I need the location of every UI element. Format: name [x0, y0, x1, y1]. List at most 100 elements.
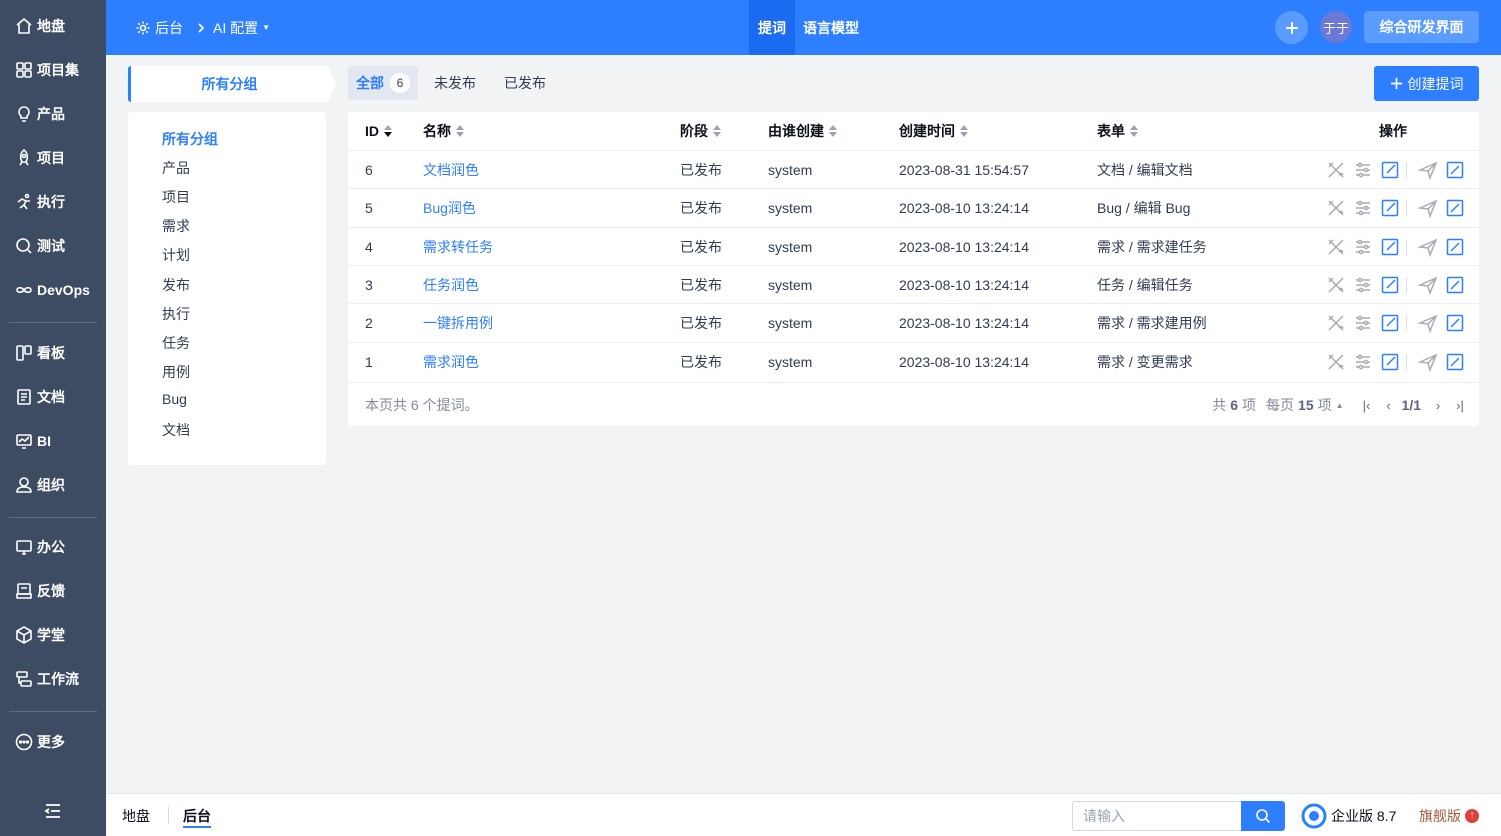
- nav-item-program[interactable]: 项目集: [0, 48, 106, 92]
- design-icon[interactable]: [1325, 351, 1347, 373]
- nav-item-devops[interactable]: DevOps: [0, 268, 106, 312]
- tab-language-models[interactable]: 语言模型: [794, 0, 868, 55]
- edit-icon[interactable]: [1379, 236, 1401, 258]
- nav-item-execution[interactable]: 执行: [0, 180, 106, 224]
- first-page-icon[interactable]: |‹: [1358, 396, 1376, 414]
- group-item-project[interactable]: 项目: [162, 187, 190, 207]
- publish-icon[interactable]: [1417, 236, 1439, 258]
- cell-name[interactable]: Bug润色: [423, 189, 476, 227]
- breadcrumb-ai-config[interactable]: AI 配置 ▼: [213, 0, 270, 55]
- publish-icon[interactable]: [1417, 159, 1439, 181]
- publish-icon[interactable]: [1417, 312, 1439, 334]
- design-icon[interactable]: [1325, 197, 1347, 219]
- nav-item-kanban[interactable]: 看板: [0, 331, 106, 375]
- more-icon: [15, 733, 33, 751]
- group-item-execution[interactable]: 执行: [162, 304, 190, 324]
- group-item-all[interactable]: 所有分组: [162, 129, 218, 149]
- nav-item-feedback[interactable]: 反馈: [0, 569, 106, 613]
- flagship-upgrade-link[interactable]: 旗舰版 ↑: [1419, 794, 1479, 836]
- group-item-release[interactable]: 发布: [162, 275, 190, 295]
- edit-prompt-icon[interactable]: [1444, 236, 1466, 258]
- switch-ui-button[interactable]: 综合研发界面: [1364, 11, 1479, 43]
- footer-link-admin[interactable]: 后台: [183, 794, 211, 836]
- publish-icon[interactable]: [1417, 274, 1439, 296]
- collapse-menu-icon[interactable]: [42, 800, 64, 822]
- action-divider: [1406, 315, 1407, 332]
- nav-item-product[interactable]: 产品: [0, 92, 106, 136]
- last-page-icon[interactable]: ›|: [1451, 396, 1469, 414]
- edit-icon[interactable]: [1379, 351, 1401, 373]
- edit-prompt-icon[interactable]: [1444, 274, 1466, 296]
- col-header-stage[interactable]: 阶段: [680, 112, 721, 150]
- avatar[interactable]: 于于: [1320, 11, 1352, 43]
- group-item-product[interactable]: 产品: [162, 158, 190, 178]
- col-header-created-time[interactable]: 创建时间: [899, 112, 968, 150]
- group-item-case[interactable]: 用例: [162, 362, 190, 382]
- nav-item-academy[interactable]: 学堂: [0, 613, 106, 657]
- group-item-doc[interactable]: 文档: [162, 420, 190, 440]
- nav-item-oa[interactable]: 办公: [0, 525, 106, 569]
- nav-item-workflow[interactable]: 工作流: [0, 657, 106, 701]
- edit-prompt-icon[interactable]: [1444, 159, 1466, 181]
- settings-icon[interactable]: [1352, 274, 1374, 296]
- edit-prompt-icon[interactable]: [1444, 351, 1466, 373]
- design-icon[interactable]: [1325, 236, 1347, 258]
- design-icon[interactable]: [1325, 274, 1347, 296]
- group-item-story[interactable]: 需求: [162, 216, 190, 236]
- cell-name[interactable]: 一键拆用例: [423, 304, 493, 342]
- settings-icon[interactable]: [1352, 159, 1374, 181]
- search-input[interactable]: [1072, 801, 1242, 831]
- tab-all[interactable]: 全部 6: [348, 66, 418, 100]
- cell-name[interactable]: 需求润色: [423, 343, 479, 381]
- settings-icon[interactable]: [1352, 351, 1374, 373]
- edit-icon[interactable]: [1379, 159, 1401, 181]
- design-icon[interactable]: [1325, 312, 1347, 334]
- tab-unpublished[interactable]: 未发布: [426, 66, 484, 100]
- group-item-bug[interactable]: Bug: [162, 391, 187, 407]
- next-page-icon[interactable]: ›: [1429, 396, 1447, 414]
- nav-item-more[interactable]: 更多: [0, 720, 106, 764]
- edit-prompt-icon[interactable]: [1444, 312, 1466, 334]
- nav-item-test[interactable]: 测试: [0, 224, 106, 268]
- footer-link-dashboard[interactable]: 地盘: [122, 794, 150, 836]
- col-header-form[interactable]: 表单: [1097, 112, 1138, 150]
- cell-name[interactable]: 任务润色: [423, 266, 479, 304]
- edit-icon[interactable]: [1379, 312, 1401, 334]
- nav-item-bi[interactable]: BI: [0, 419, 106, 463]
- nav-item-project[interactable]: 项目: [0, 136, 106, 180]
- edit-icon[interactable]: [1379, 197, 1401, 219]
- settings-icon[interactable]: [1352, 236, 1374, 258]
- cell-name[interactable]: 文档润色: [423, 151, 479, 189]
- nav-divider: [9, 517, 97, 518]
- settings-icon[interactable]: [1352, 197, 1374, 219]
- breadcrumb-admin[interactable]: 后台: [135, 0, 183, 55]
- edit-prompt-icon[interactable]: [1444, 197, 1466, 219]
- cell-name[interactable]: 需求转任务: [423, 228, 493, 266]
- pager-total-suffix: 项: [1242, 397, 1257, 413]
- per-page-dropdown[interactable]: 15 项 ▲: [1294, 395, 1344, 415]
- tab-published[interactable]: 已发布: [496, 66, 554, 100]
- search-button[interactable]: [1241, 801, 1285, 831]
- prev-page-icon[interactable]: ‹: [1380, 396, 1398, 414]
- run-icon: [15, 193, 33, 211]
- edit-icon[interactable]: [1379, 274, 1401, 296]
- action-divider: [1406, 200, 1407, 217]
- create-prompt-button[interactable]: 创建提词: [1374, 66, 1479, 101]
- group-item-task[interactable]: 任务: [162, 333, 190, 353]
- nav-item-dashboard[interactable]: 地盘: [0, 4, 106, 48]
- col-label: 表单: [1097, 123, 1125, 139]
- col-header-creator[interactable]: 由谁创建: [768, 112, 837, 150]
- design-icon[interactable]: [1325, 159, 1347, 181]
- col-header-id[interactable]: ID: [365, 112, 392, 150]
- publish-icon[interactable]: [1417, 197, 1439, 219]
- nav-item-org[interactable]: 组织: [0, 463, 106, 507]
- group-item-plan[interactable]: 计划: [162, 245, 190, 265]
- quick-create-button[interactable]: [1275, 11, 1308, 44]
- settings-icon[interactable]: [1352, 312, 1374, 334]
- action-divider: [1406, 238, 1407, 255]
- tab-prompts[interactable]: 提词: [749, 0, 795, 55]
- publish-icon[interactable]: [1417, 351, 1439, 373]
- nav-item-doc[interactable]: 文档: [0, 375, 106, 419]
- col-header-name[interactable]: 名称: [423, 112, 464, 150]
- workflow-icon: [15, 670, 33, 688]
